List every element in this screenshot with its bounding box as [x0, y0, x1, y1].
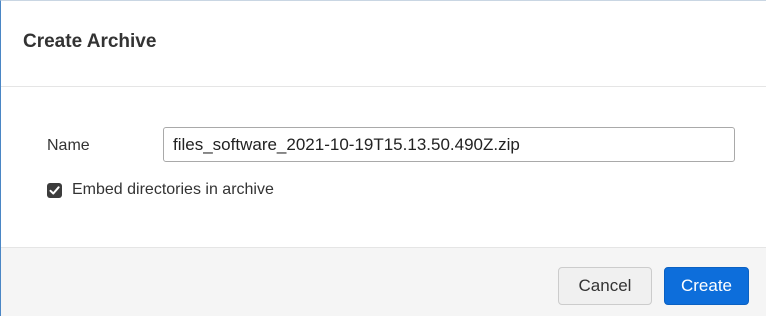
name-label: Name	[47, 137, 90, 154]
archive-name-input[interactable]	[163, 127, 735, 162]
dialog-header: Create Archive	[1, 1, 766, 87]
dialog-footer: Cancel Create	[1, 247, 766, 316]
embed-directories-checkbox[interactable]	[47, 182, 62, 198]
create-button[interactable]: Create	[664, 267, 749, 305]
cancel-button[interactable]: Cancel	[558, 267, 652, 305]
dialog-body: Name Embed directories in archive	[1, 87, 766, 247]
create-archive-dialog: Create Archive Name Embed directories in…	[0, 0, 766, 316]
embed-directories-label: Embed directories in archive	[72, 181, 274, 198]
embed-directories-option[interactable]: Embed directories in archive	[47, 181, 274, 199]
dialog-title: Create Archive	[23, 30, 157, 52]
checkmark-icon	[49, 185, 60, 194]
